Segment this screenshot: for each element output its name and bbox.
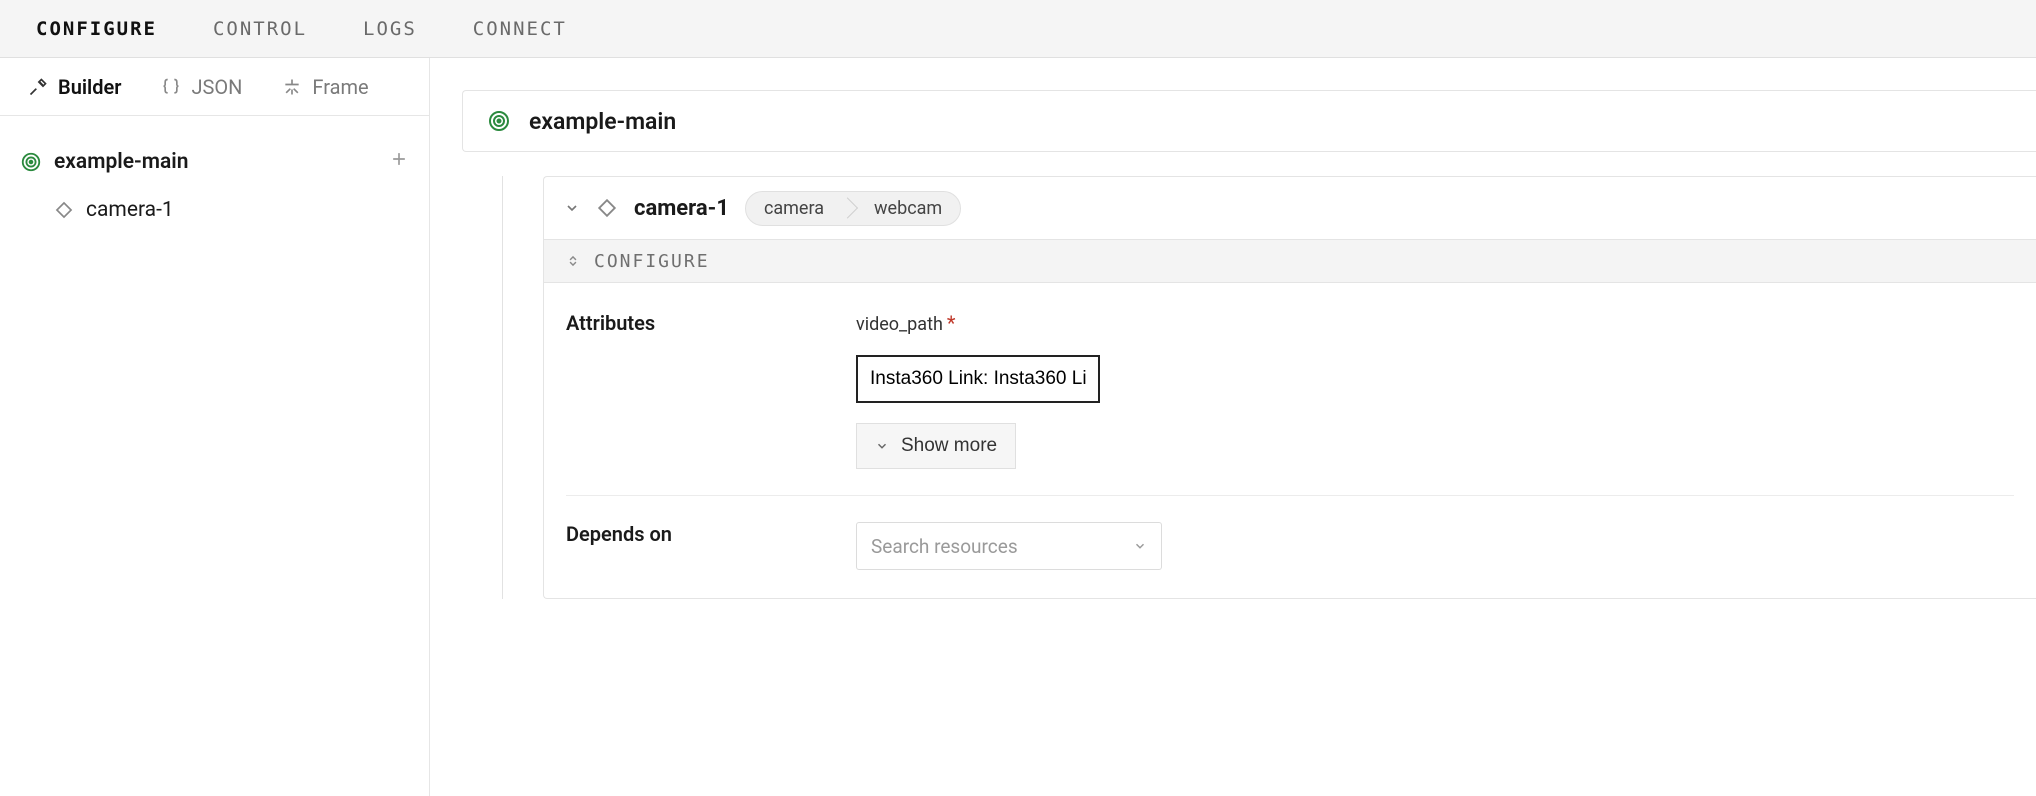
frame-icon (282, 77, 302, 97)
resource-type-breadcrumb[interactable]: camera webcam (745, 191, 961, 226)
video-path-label: video_path* (856, 311, 956, 335)
content-header: example-main (462, 90, 2036, 152)
depends-on-select[interactable]: Search resources (856, 522, 1162, 570)
sidebar-tab-builder-label: Builder (58, 75, 121, 99)
configure-form: Attributes video_path* Show more (544, 283, 2036, 598)
top-tab-bar: CONFIGURE CONTROL LOGS CONNECT (0, 0, 2036, 58)
content-header-title: example-main (529, 108, 676, 135)
crumb-type: camera (746, 192, 842, 225)
target-icon (20, 151, 42, 173)
sidebar-tab-frame[interactable]: Frame (282, 75, 368, 99)
sidebar: Builder JSON Frame (0, 58, 430, 796)
configure-section-bar[interactable]: CONFIGURE (544, 239, 2036, 283)
tab-connect[interactable]: CONNECT (473, 18, 567, 40)
sidebar-tab-frame-label: Frame (312, 75, 368, 99)
configure-section-label: CONFIGURE (594, 251, 710, 272)
diamond-icon (54, 200, 74, 220)
show-more-label: Show more (901, 435, 997, 457)
depends-on-placeholder: Search resources (871, 535, 1018, 558)
diamond-icon (596, 197, 618, 219)
wrench-icon (28, 77, 48, 97)
required-asterisk: * (947, 311, 956, 335)
tree-root-label: example-main (54, 150, 377, 174)
tree-child-label: camera-1 (86, 198, 174, 222)
show-more-button[interactable]: Show more (856, 423, 1016, 469)
tab-logs[interactable]: LOGS (363, 18, 417, 40)
tree-child-row[interactable]: camera-1 (0, 186, 429, 234)
resource-card: camera-1 camera webcam CONFIGURE (543, 176, 2036, 599)
crumb-model: webcam (856, 192, 960, 225)
add-resource-button[interactable] (389, 149, 409, 175)
chevron-down-icon[interactable] (564, 200, 580, 216)
video-path-input[interactable] (856, 355, 1100, 403)
tree-root-row[interactable]: example-main (0, 138, 429, 186)
attributes-label: Attributes (566, 311, 856, 469)
resource-tree: example-main camera-1 (0, 116, 429, 234)
resource-name: camera-1 (634, 196, 729, 221)
sidebar-tab-json[interactable]: JSON (161, 75, 242, 99)
target-icon (487, 109, 511, 133)
resource-panel: camera-1 camera webcam CONFIGURE (502, 176, 2036, 599)
sidebar-tab-json-label: JSON (191, 75, 242, 99)
resource-header: camera-1 camera webcam (544, 177, 2036, 239)
tab-configure[interactable]: CONFIGURE (36, 18, 157, 40)
sidebar-tab-bar: Builder JSON Frame (0, 58, 429, 116)
content-area: example-main camera-1 camera (430, 58, 2036, 796)
chevron-down-icon (1133, 539, 1147, 553)
sidebar-tab-builder[interactable]: Builder (28, 75, 121, 99)
depends-on-label: Depends on (566, 522, 856, 570)
chevron-down-icon (875, 439, 889, 453)
collapse-icon (566, 254, 580, 268)
braces-icon (161, 77, 181, 97)
tab-control[interactable]: CONTROL (213, 18, 307, 40)
divider (566, 495, 2014, 496)
video-path-label-text: video_path (856, 314, 943, 335)
